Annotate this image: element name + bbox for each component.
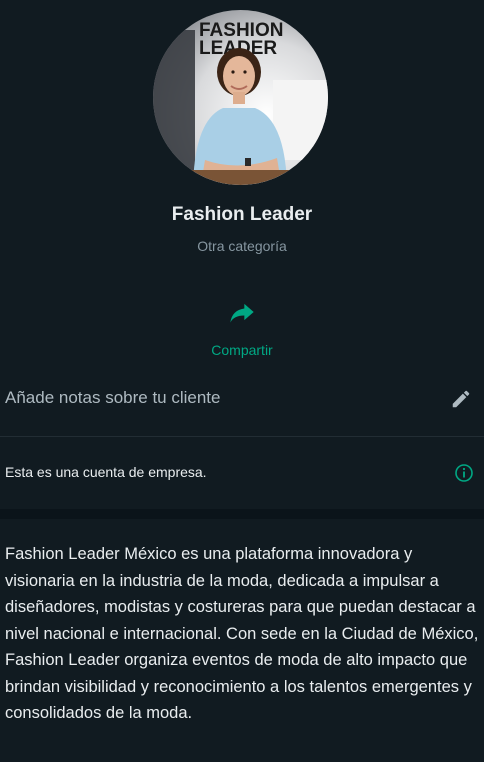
- profile-header: FASHION LEADER Fashion Leader Otra categ…: [0, 0, 484, 372]
- share-arrow-icon: [230, 303, 254, 323]
- info-icon[interactable]: [454, 463, 474, 483]
- profile-name: Fashion Leader: [171, 204, 313, 225]
- about-description: Fashion Leader México es una plataforma …: [5, 545, 479, 722]
- pencil-icon[interactable]: [450, 388, 472, 410]
- client-notes-placeholder: Añade notas sobre tu cliente: [5, 388, 221, 407]
- business-account-row[interactable]: Esta es una cuenta de empresa.: [0, 437, 484, 509]
- client-notes-field[interactable]: Añade notas sobre tu cliente: [0, 372, 484, 437]
- business-account-text: Esta es una cuenta de empresa.: [5, 464, 207, 480]
- profile-category: Otra categoría: [197, 238, 287, 254]
- about-section: Fashion Leader México es una plataforma …: [0, 519, 484, 762]
- share-button[interactable]: Compartir: [192, 292, 292, 364]
- share-label: Compartir: [211, 342, 273, 358]
- section-divider: [0, 509, 484, 519]
- profile-avatar[interactable]: FASHION LEADER: [153, 10, 328, 185]
